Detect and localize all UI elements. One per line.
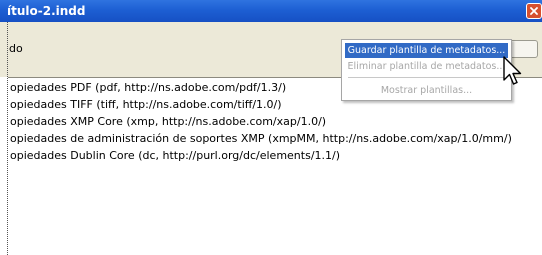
title-bar[interactable]: ítulo-2.indd bbox=[0, 0, 542, 22]
menu-separator bbox=[348, 77, 505, 78]
list-item[interactable]: opiedades de administración de soportes … bbox=[8, 130, 512, 147]
menu-item-save-template[interactable]: Guardar plantilla de metadatos... bbox=[345, 43, 508, 58]
menu-item-show-templates[interactable]: Mostrar plantillas... bbox=[345, 83, 508, 98]
schema-list-panel[interactable]: opiedades PDF (pdf, http://ns.adobe.com/… bbox=[8, 77, 542, 255]
list-item[interactable]: opiedades Dublin Core (dc, http://purl.o… bbox=[8, 147, 512, 164]
close-icon bbox=[530, 7, 538, 15]
template-menu: Guardar plantilla de metadatos... Elimin… bbox=[341, 39, 512, 101]
window-title: ítulo-2.indd bbox=[7, 4, 86, 18]
toolbar-label: do bbox=[9, 42, 23, 55]
list-item[interactable]: opiedades XMP Core (xmp, http://ns.adobe… bbox=[8, 113, 512, 130]
close-button[interactable] bbox=[526, 3, 542, 19]
menu-item-delete-template[interactable]: Eliminar plantilla de metadatos... bbox=[345, 59, 508, 74]
arrow-cursor-icon bbox=[503, 56, 522, 85]
